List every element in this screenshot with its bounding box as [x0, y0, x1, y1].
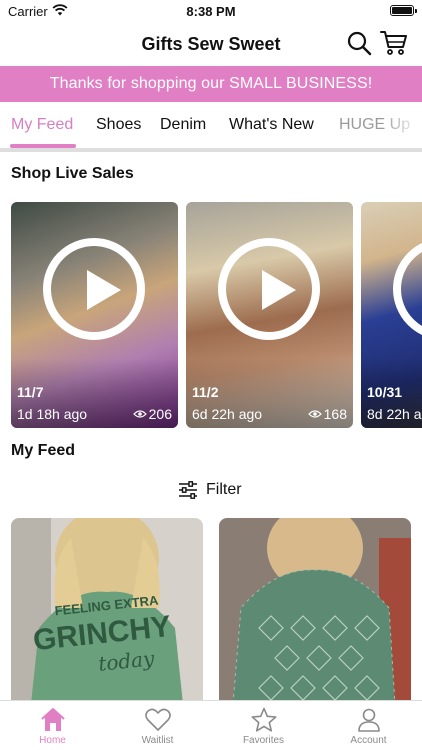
live-sale-view-count: 206 [148, 406, 172, 422]
live-sale-views: 206 [132, 406, 172, 422]
product-image [219, 518, 411, 704]
nav-home[interactable]: Home [0, 705, 105, 750]
live-sale-time-ago: 6d 22h ago [192, 406, 263, 422]
nav-account[interactable]: Account [316, 705, 421, 750]
nav-favorites[interactable]: Favorites [211, 705, 316, 750]
bottom-tab-bar: Home Waitlist Favorites Account [0, 700, 422, 750]
tabs-fade-overlay [382, 102, 422, 148]
promo-banner[interactable]: Thanks for shopping our SMALL BUSINESS! [0, 66, 422, 102]
live-sale-time-ago: 8d 22h a [367, 406, 422, 422]
person-icon [357, 708, 380, 732]
search-icon[interactable] [346, 30, 372, 56]
tab-denim[interactable]: Denim [160, 116, 206, 134]
status-time: 8:38 PM [186, 4, 236, 19]
status-bar: Carrier 8:38 PM [0, 0, 422, 24]
sliders-icon [179, 481, 197, 499]
eye-icon [132, 410, 147, 418]
product-card[interactable] [219, 518, 411, 704]
home-icon [40, 708, 65, 731]
product-card[interactable]: FEELING EXTRA GRINCHY today [11, 518, 203, 704]
live-sale-date: 11/2 [192, 384, 219, 400]
battery-icon [390, 5, 417, 16]
live-sale-card[interactable]: 10/31 8d 22h a [361, 202, 422, 428]
tabs-divider [0, 148, 422, 152]
play-icon [43, 238, 145, 340]
tab-whats-new[interactable]: What's New [229, 116, 314, 134]
live-sale-date: 11/7 [17, 384, 44, 400]
filter-button[interactable]: Filter [178, 478, 242, 502]
nav-waitlist[interactable]: Waitlist [105, 705, 210, 750]
nav-waitlist-label: Waitlist [141, 735, 174, 746]
live-sale-time-ago: 1d 18h ago [17, 406, 88, 422]
live-sale-view-count: 168 [323, 406, 347, 422]
live-sale-date: 10/31 [367, 384, 403, 400]
nav-account-label: Account [350, 735, 387, 746]
nav-home-label: Home [39, 735, 66, 746]
play-icon [218, 238, 320, 340]
live-sale-views: 168 [307, 406, 347, 422]
heart-icon [144, 708, 171, 731]
live-sales-heading: Shop Live Sales [11, 165, 134, 182]
live-sale-card[interactable]: 11/7 1d 18h ago 206 [11, 202, 178, 428]
star-icon [251, 707, 276, 732]
live-sale-card[interactable]: 11/2 6d 22h ago 168 [186, 202, 353, 428]
feed-heading: My Feed [11, 442, 76, 459]
filter-label: Filter [206, 481, 242, 498]
category-tabs: My Feed Shoes Denim What's New HUGE Up [0, 102, 422, 148]
tab-my-feed[interactable]: My Feed [11, 116, 73, 134]
tab-shoes[interactable]: Shoes [96, 116, 141, 134]
promo-banner-text: Thanks for shopping our SMALL BUSINESS! [49, 75, 373, 92]
eye-icon [307, 410, 322, 418]
nav-favorites-label: Favorites [242, 735, 285, 746]
product-image: FEELING EXTRA GRINCHY today [11, 518, 203, 704]
app-header: Gifts Sew Sweet [0, 24, 422, 64]
cart-icon[interactable] [380, 30, 408, 56]
